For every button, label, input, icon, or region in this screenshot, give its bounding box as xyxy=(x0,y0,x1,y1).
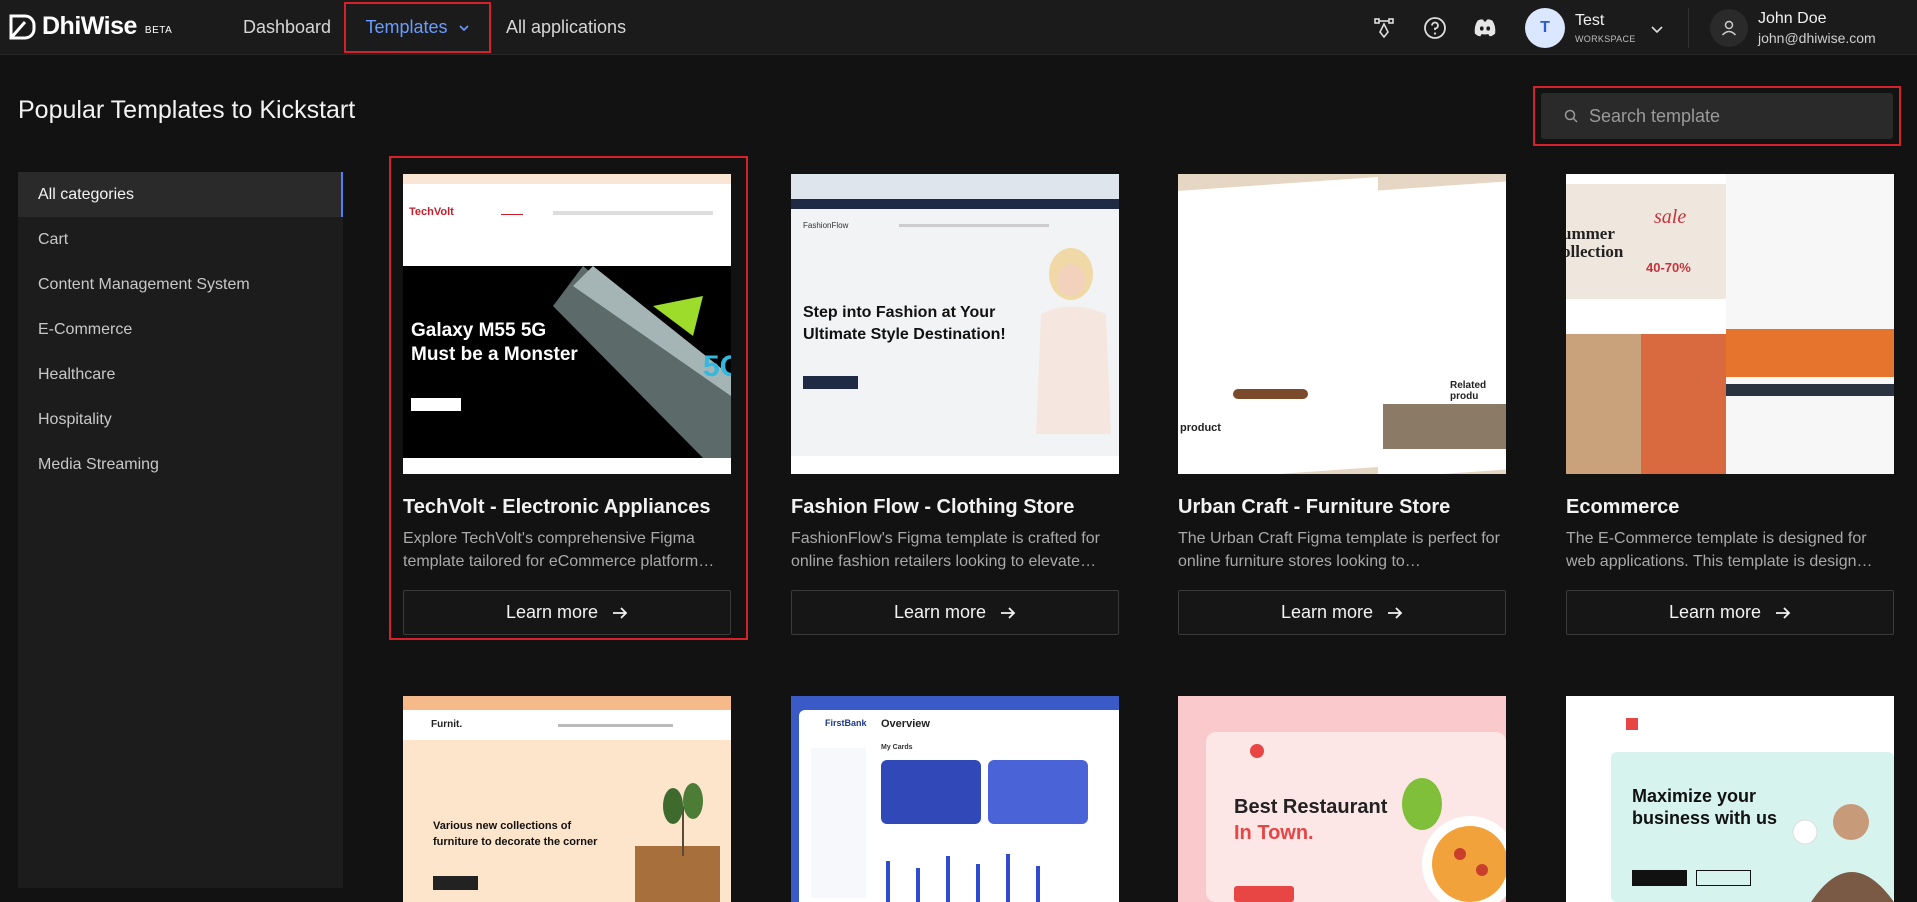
category-sidebar: All categories Cart Content Management S… xyxy=(18,172,343,888)
thumb-percent: 40-70% xyxy=(1646,260,1691,275)
template-thumbnail[interactable]: ummer ollection sale 40-70% xyxy=(1566,174,1894,474)
user-avatar xyxy=(1710,9,1748,47)
arrow-right-icon xyxy=(1776,606,1791,619)
category-cart[interactable]: Cart xyxy=(18,217,343,262)
chevron-down-icon xyxy=(1651,26,1663,34)
thumb-headline: Galaxy M55 5G xyxy=(411,320,547,341)
category-ecommerce[interactable]: E-Commerce xyxy=(18,307,343,352)
template-title: Ecommerce xyxy=(1566,496,1680,518)
thumb-headline: Step into Fashion at Your xyxy=(803,304,996,321)
arrow-right-icon xyxy=(1001,606,1016,619)
arrow-right-icon xyxy=(613,606,628,619)
dhiwise-logo[interactable]: DhiWise BETA xyxy=(8,12,172,41)
thumb-headline: Must be a Monster xyxy=(411,344,578,365)
dhiwise-logo-icon xyxy=(9,14,36,39)
template-card[interactable]: Best Restaurant In Town. xyxy=(1178,696,1506,902)
learn-more-button[interactable]: Learn more xyxy=(1178,590,1506,635)
pen-tool-icon[interactable] xyxy=(1372,16,1396,40)
logo-text: DhiWise xyxy=(42,12,137,40)
thumb-brand: FirstBank xyxy=(825,718,867,728)
help-icon[interactable] xyxy=(1423,16,1447,40)
thumb-headline: ummer xyxy=(1566,224,1615,243)
workspace-avatar: T xyxy=(1525,8,1565,48)
thumb-headline: Related produ xyxy=(1450,380,1487,402)
thumb-subhead: My Cards xyxy=(881,744,913,751)
user-icon xyxy=(1721,20,1737,36)
thumb-headline: Maximize your xyxy=(1632,786,1757,806)
top-navigation-bar: DhiWise BETA Dashboard Templates All app… xyxy=(0,0,1917,55)
category-all[interactable]: All categories xyxy=(18,172,343,217)
thumb-headline: product xyxy=(1180,422,1221,434)
category-cms[interactable]: Content Management System xyxy=(18,262,343,307)
learn-more-label: Learn more xyxy=(505,602,599,622)
template-thumbnail[interactable]: Furnit. Various new collections of furni… xyxy=(403,696,731,902)
thumb-headline: Best Restaurant xyxy=(1234,796,1388,818)
nav-templates[interactable]: Templates xyxy=(344,2,491,53)
learn-more-button[interactable]: Learn more xyxy=(403,590,731,635)
template-card[interactable]: ummer ollection sale 40-70% Ecommerce Th… xyxy=(1566,174,1894,635)
page-title: Popular Templates to Kickstart xyxy=(18,96,356,124)
thumb-headline: business with us xyxy=(1632,808,1778,828)
learn-more-button[interactable]: Learn more xyxy=(791,590,1119,635)
thumb-brand: Furnit. xyxy=(431,719,463,730)
chevron-down-icon xyxy=(458,24,469,31)
template-card[interactable]: FirstBank Overview My Cards xyxy=(791,696,1119,902)
category-media-streaming[interactable]: Media Streaming xyxy=(18,442,343,487)
template-description: FashionFlow's Figma template is crafted … xyxy=(791,530,1100,570)
template-thumbnail[interactable]: FashionFlow Step into Fashion at Your Ul… xyxy=(791,174,1119,474)
discord-icon[interactable] xyxy=(1473,16,1497,40)
thumb-brand: TechVolt xyxy=(409,206,454,218)
template-title: Fashion Flow - Clothing Store xyxy=(791,496,1075,518)
template-thumbnail[interactable]: FirstBank Overview My Cards xyxy=(791,696,1119,902)
template-card[interactable]: Related produ product Urban Craft - Furn… xyxy=(1178,174,1506,635)
template-card[interactable]: FashionFlow Step into Fashion at Your Ul… xyxy=(791,174,1119,635)
user-email: john@dhiwise.com xyxy=(1758,30,1876,46)
nav-dashboard[interactable]: Dashboard xyxy=(243,0,331,55)
thumb-sale: sale xyxy=(1654,206,1687,228)
search-box[interactable] xyxy=(1541,93,1893,139)
svg-text:5G: 5G xyxy=(703,350,731,383)
user-name: John Doe xyxy=(1758,10,1827,27)
workspace-label: WORKSPACE xyxy=(1575,34,1636,44)
header-divider xyxy=(1688,8,1689,48)
template-description: Explore TechVolt's comprehensive Figma t… xyxy=(403,530,715,570)
category-healthcare[interactable]: Healthcare xyxy=(18,352,343,397)
template-card[interactable]: Maximize your business with us xyxy=(1566,696,1894,902)
template-card[interactable]: Furnit. Various new collections of furni… xyxy=(403,696,731,902)
arrow-right-icon xyxy=(1388,606,1403,619)
thumb-headline: ollection xyxy=(1566,242,1624,261)
search-highlight xyxy=(1533,86,1901,146)
template-thumbnail[interactable]: Best Restaurant In Town. xyxy=(1178,696,1506,902)
thumb-brand: FashionFlow xyxy=(803,221,849,230)
workspace-name: Test xyxy=(1575,12,1605,29)
template-card[interactable]: TechVolt 5G Galaxy M55 5G Must be a Mons… xyxy=(403,174,731,635)
learn-more-button[interactable]: Learn more xyxy=(1566,590,1894,635)
template-thumbnail[interactable]: Related produ product xyxy=(1178,174,1506,474)
thumb-headline: furniture to decorate the corner xyxy=(433,836,598,848)
template-title: Urban Craft - Furniture Store xyxy=(1178,496,1451,518)
thumb-headline: Various new collections of xyxy=(433,820,572,832)
thumb-headline: In Town. xyxy=(1234,822,1314,844)
category-hospitality[interactable]: Hospitality xyxy=(18,397,343,442)
learn-more-label: Learn more xyxy=(1668,602,1762,622)
user-menu[interactable]: John Doe john@dhiwise.com xyxy=(1710,9,1876,47)
template-description: The Urban Craft Figma template is perfec… xyxy=(1178,530,1500,570)
beta-badge: BETA xyxy=(144,25,173,36)
search-icon xyxy=(1564,109,1578,123)
thumb-headline: Ultimate Style Destination! xyxy=(803,326,1006,343)
nav-all-applications[interactable]: All applications xyxy=(506,0,626,55)
template-description: The E-Commerce template is designed for … xyxy=(1566,530,1873,570)
template-title: TechVolt - Electronic Appliances xyxy=(403,496,711,518)
learn-more-label: Learn more xyxy=(1280,602,1374,622)
template-thumbnail[interactable]: Maximize your business with us xyxy=(1566,696,1894,902)
nav-templates-label: Templates xyxy=(365,17,448,37)
template-thumbnail[interactable]: TechVolt 5G Galaxy M55 5G Must be a Mons… xyxy=(403,174,731,474)
thumb-headline: Overview xyxy=(881,718,930,730)
learn-more-label: Learn more xyxy=(893,602,987,622)
search-input[interactable] xyxy=(1589,105,1889,127)
workspace-switcher[interactable]: T Test WORKSPACE xyxy=(1525,8,1663,48)
